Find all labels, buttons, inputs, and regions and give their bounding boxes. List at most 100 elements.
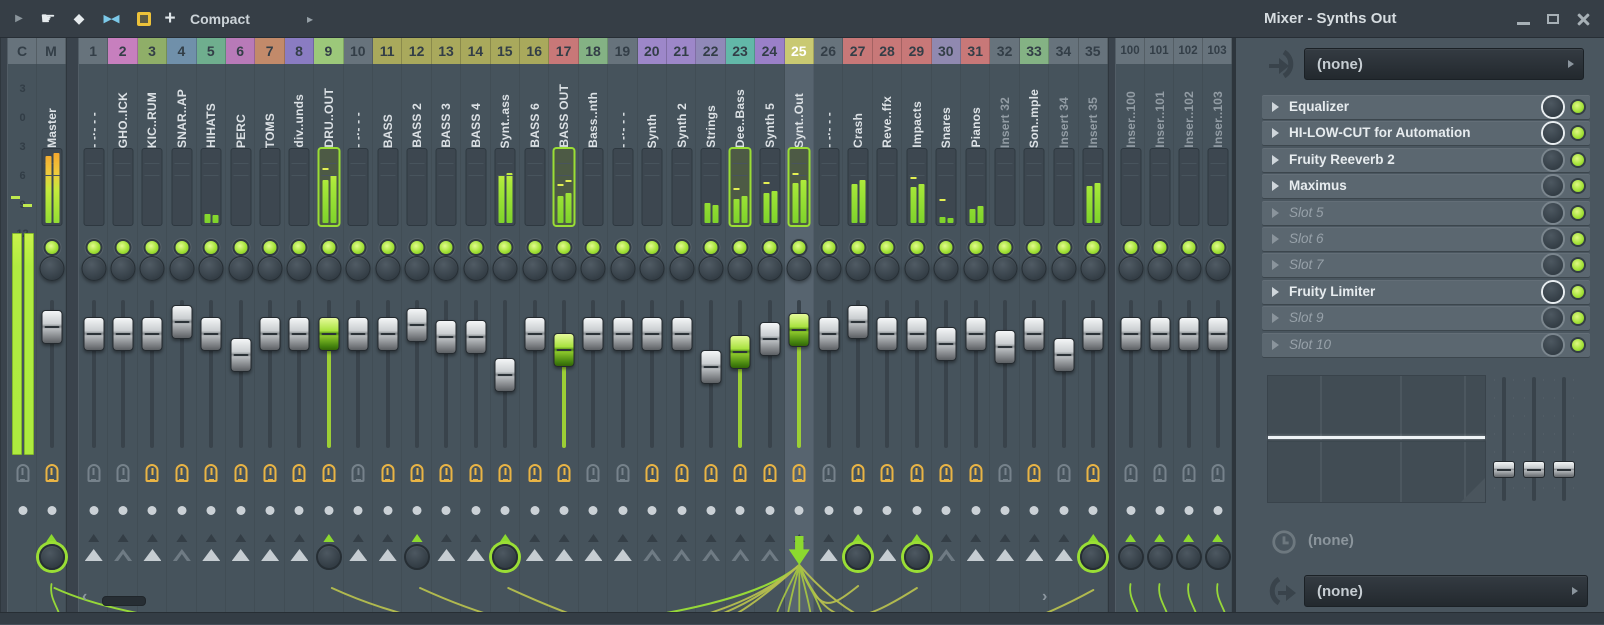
stereo-separator-dot[interactable] — [148, 506, 157, 515]
send-knob[interactable] — [492, 544, 518, 570]
channel-header[interactable]: 5 — [197, 38, 226, 64]
route-to-master-switch[interactable] — [643, 549, 661, 561]
record-arm-icon[interactable] — [940, 464, 953, 482]
volume-fader[interactable] — [436, 320, 457, 354]
volume-fader[interactable] — [789, 313, 810, 347]
channel-header[interactable]: 29 — [902, 38, 931, 64]
slot-enable-led[interactable] — [1572, 127, 1584, 139]
channel-header[interactable]: 31 — [961, 38, 990, 64]
channel-name[interactable]: - -·- - - — [814, 66, 843, 148]
send-switch-small[interactable] — [412, 534, 423, 542]
channel-header[interactable]: 27 — [843, 38, 872, 64]
stereo-separator-dot[interactable] — [1184, 506, 1193, 515]
stereo-separator-dot[interactable] — [413, 506, 422, 515]
volume-fader[interactable] — [230, 338, 251, 372]
stereo-separator-dot[interactable] — [47, 506, 56, 515]
route-to-master-switch[interactable] — [467, 549, 485, 561]
spinning-top-icon[interactable]: ◆ — [66, 0, 92, 37]
send-switch-small[interactable] — [706, 534, 717, 542]
channel-header[interactable]: 14 — [461, 38, 490, 64]
pan-knob[interactable] — [287, 256, 312, 281]
route-to-master-switch[interactable] — [937, 549, 955, 561]
channel-header[interactable]: 4 — [167, 38, 196, 64]
mute-led[interactable] — [852, 241, 865, 254]
channel-header[interactable]: 34 — [1049, 38, 1078, 64]
mute-led[interactable] — [763, 241, 776, 254]
mute-led[interactable] — [675, 241, 688, 254]
stereo-separator-dot[interactable] — [589, 506, 598, 515]
slot-mix-knob[interactable] — [1543, 176, 1563, 196]
stereo-separator-dot[interactable] — [119, 506, 128, 515]
channel-name[interactable]: Master — [37, 66, 66, 148]
volume-fader[interactable] — [41, 310, 62, 344]
close-button[interactable] — [1572, 8, 1594, 30]
channel-header[interactable]: 15 — [491, 38, 520, 64]
slot-mix-knob[interactable] — [1543, 123, 1563, 143]
send-switch-small[interactable] — [176, 534, 187, 542]
pan-knob[interactable] — [640, 256, 665, 281]
channel-name[interactable]: TOMS — [255, 66, 284, 148]
channel-name[interactable]: - -·- - - — [608, 66, 637, 148]
record-arm-icon[interactable] — [1028, 464, 1041, 482]
fx-slot-row[interactable]: Equalizer — [1262, 95, 1590, 119]
record-arm-icon[interactable] — [822, 464, 835, 482]
send-knob[interactable] — [1080, 544, 1106, 570]
channel-name[interactable]: BASS OUT — [549, 66, 578, 148]
pan-knob[interactable] — [728, 256, 753, 281]
stereo-separator-dot[interactable] — [442, 506, 451, 515]
mute-led[interactable] — [1182, 241, 1195, 254]
record-arm-icon[interactable] — [1153, 464, 1166, 482]
record-arm-icon[interactable] — [675, 464, 688, 482]
volume-fader[interactable] — [906, 317, 927, 351]
channel-name[interactable]: PERC — [226, 66, 255, 148]
stereo-separator-dot[interactable] — [560, 506, 569, 515]
route-to-master-switch[interactable] — [702, 549, 720, 561]
mute-led[interactable] — [940, 241, 953, 254]
mute-led[interactable] — [969, 241, 982, 254]
route-to-master-switch[interactable] — [290, 549, 308, 561]
pan-knob[interactable] — [610, 256, 635, 281]
channel-name[interactable]: Insert 35 — [1079, 66, 1108, 148]
stereo-separator-dot[interactable] — [883, 506, 892, 515]
volume-fader[interactable] — [171, 305, 192, 339]
record-arm-icon[interactable] — [616, 464, 629, 482]
channel-name[interactable]: Bass..nth — [579, 66, 608, 148]
volume-fader[interactable] — [730, 335, 751, 369]
record-arm-icon[interactable] — [352, 464, 365, 482]
channel-name[interactable]: Insert 34 — [1049, 66, 1078, 148]
mute-led[interactable] — [234, 241, 247, 254]
slot-mix-knob[interactable] — [1543, 229, 1563, 249]
channel-header[interactable]: 21 — [667, 38, 696, 64]
record-arm-icon[interactable] — [999, 464, 1012, 482]
pan-knob[interactable] — [1022, 256, 1047, 281]
channel-header[interactable]: 1 — [79, 38, 108, 64]
channel-name[interactable]: Impacts — [902, 66, 931, 148]
channel-name[interactable]: Inser..101 — [1145, 66, 1174, 148]
route-to-master-switch[interactable] — [967, 549, 985, 561]
stereo-separator-dot[interactable] — [707, 506, 716, 515]
pan-knob[interactable] — [1176, 256, 1201, 281]
pan-knob[interactable] — [522, 256, 547, 281]
mute-led[interactable] — [205, 241, 218, 254]
send-switch-small[interactable] — [1212, 534, 1223, 542]
route-to-master-switch[interactable] — [85, 549, 103, 561]
route-to-master-switch[interactable] — [261, 549, 279, 561]
pan-knob[interactable] — [39, 256, 64, 281]
pan-knob[interactable] — [699, 256, 724, 281]
send-switch-small[interactable] — [529, 534, 540, 542]
channel-name[interactable]: - -·- - - — [344, 66, 373, 148]
channel-name[interactable]: Crash — [843, 66, 872, 148]
route-to-master-switch[interactable] — [202, 549, 220, 561]
mute-led[interactable] — [910, 241, 923, 254]
pan-knob[interactable] — [669, 256, 694, 281]
mute-led[interactable] — [646, 241, 659, 254]
mute-led[interactable] — [1057, 241, 1070, 254]
stereo-separator-dot[interactable] — [236, 506, 245, 515]
stereo-separator-dot[interactable] — [1030, 506, 1039, 515]
channel-header[interactable]: 19 — [608, 38, 637, 64]
fx-slot-row[interactable]: Slot 10 — [1262, 333, 1590, 357]
plus-icon[interactable]: + — [158, 0, 182, 37]
send-switch-small[interactable] — [588, 534, 599, 542]
route-to-master-switch[interactable] — [349, 549, 367, 561]
stereo-separator-dot[interactable] — [1155, 506, 1164, 515]
